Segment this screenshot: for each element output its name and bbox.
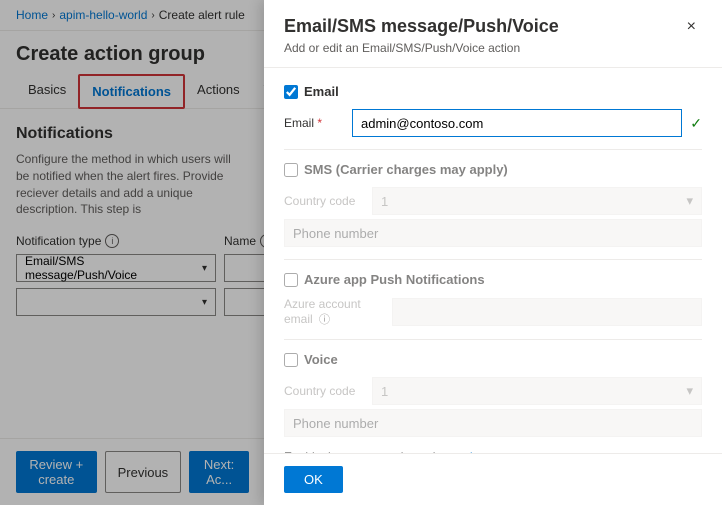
sms-header: SMS (Carrier charges may apply)	[284, 162, 702, 177]
sms-checkbox[interactable]	[284, 163, 298, 177]
panel-title: Email/SMS message/Push/Voice	[284, 16, 559, 37]
azure-push-header: Azure app Push Notifications	[284, 272, 702, 287]
voice-country-chevron: ▾	[686, 383, 693, 399]
azure-push-label: Azure app Push Notifications	[304, 272, 485, 287]
voice-header: Voice	[284, 352, 702, 367]
azure-push-checkbox[interactable]	[284, 273, 298, 287]
panel-close-button[interactable]: ×	[681, 16, 702, 38]
panel-header: Email/SMS message/Push/Voice Add or edit…	[264, 0, 722, 68]
azure-push-section: Azure app Push Notifications Azure accou…	[284, 272, 702, 327]
azure-info-icon: ⓘ	[319, 314, 330, 326]
panel-header-text: Email/SMS message/Push/Voice Add or edit…	[284, 16, 559, 55]
voice-phone-input[interactable]	[284, 409, 702, 437]
ok-button[interactable]: OK	[284, 466, 343, 493]
email-checkbox[interactable]	[284, 85, 298, 99]
sms-country-dropdown[interactable]: 1 ▾	[372, 187, 702, 215]
voice-label: Voice	[304, 352, 338, 367]
azure-email-input[interactable]	[392, 298, 702, 326]
sms-phone-input[interactable]	[284, 219, 702, 247]
email-sms-panel: Email/SMS message/Push/Voice Add or edit…	[264, 0, 722, 505]
divider-3	[284, 339, 702, 340]
divider-1	[284, 149, 702, 150]
email-valid-icon: ✓	[690, 115, 702, 132]
sms-section: SMS (Carrier charges may apply) Country …	[284, 162, 702, 247]
email-label: Email	[304, 84, 339, 99]
voice-country-dropdown[interactable]: 1 ▾	[372, 377, 702, 405]
sms-country-label: Country code	[284, 194, 364, 208]
email-input[interactable]	[352, 109, 682, 137]
email-section-header: Email	[284, 84, 702, 99]
main-page: Home › apim-hello-world › Create alert r…	[0, 0, 722, 505]
required-star: *	[317, 116, 322, 130]
email-field-label: Email *	[284, 116, 344, 130]
voice-country-label: Country code	[284, 384, 364, 398]
voice-country-value: 1	[381, 384, 388, 399]
panel-body: Email Email * ✓ SMS (Carrier charges may…	[264, 68, 722, 453]
voice-checkbox[interactable]	[284, 353, 298, 367]
voice-country-row: Country code 1 ▾	[284, 377, 702, 405]
email-input-row: Email * ✓	[284, 109, 702, 137]
voice-section: Voice Country code 1 ▾	[284, 352, 702, 437]
divider-2	[284, 259, 702, 260]
sms-country-value: 1	[381, 194, 388, 209]
sms-label: SMS (Carrier charges may apply)	[304, 162, 508, 177]
panel-subtitle: Add or edit an Email/SMS/Push/Voice acti…	[284, 41, 559, 55]
azure-email-row: Azure account email ⓘ	[284, 297, 702, 327]
sms-country-chevron: ▾	[686, 193, 693, 209]
azure-email-label: Azure account email ⓘ	[284, 297, 384, 327]
sms-country-row: Country code 1 ▾	[284, 187, 702, 215]
panel-footer: OK	[264, 453, 722, 505]
